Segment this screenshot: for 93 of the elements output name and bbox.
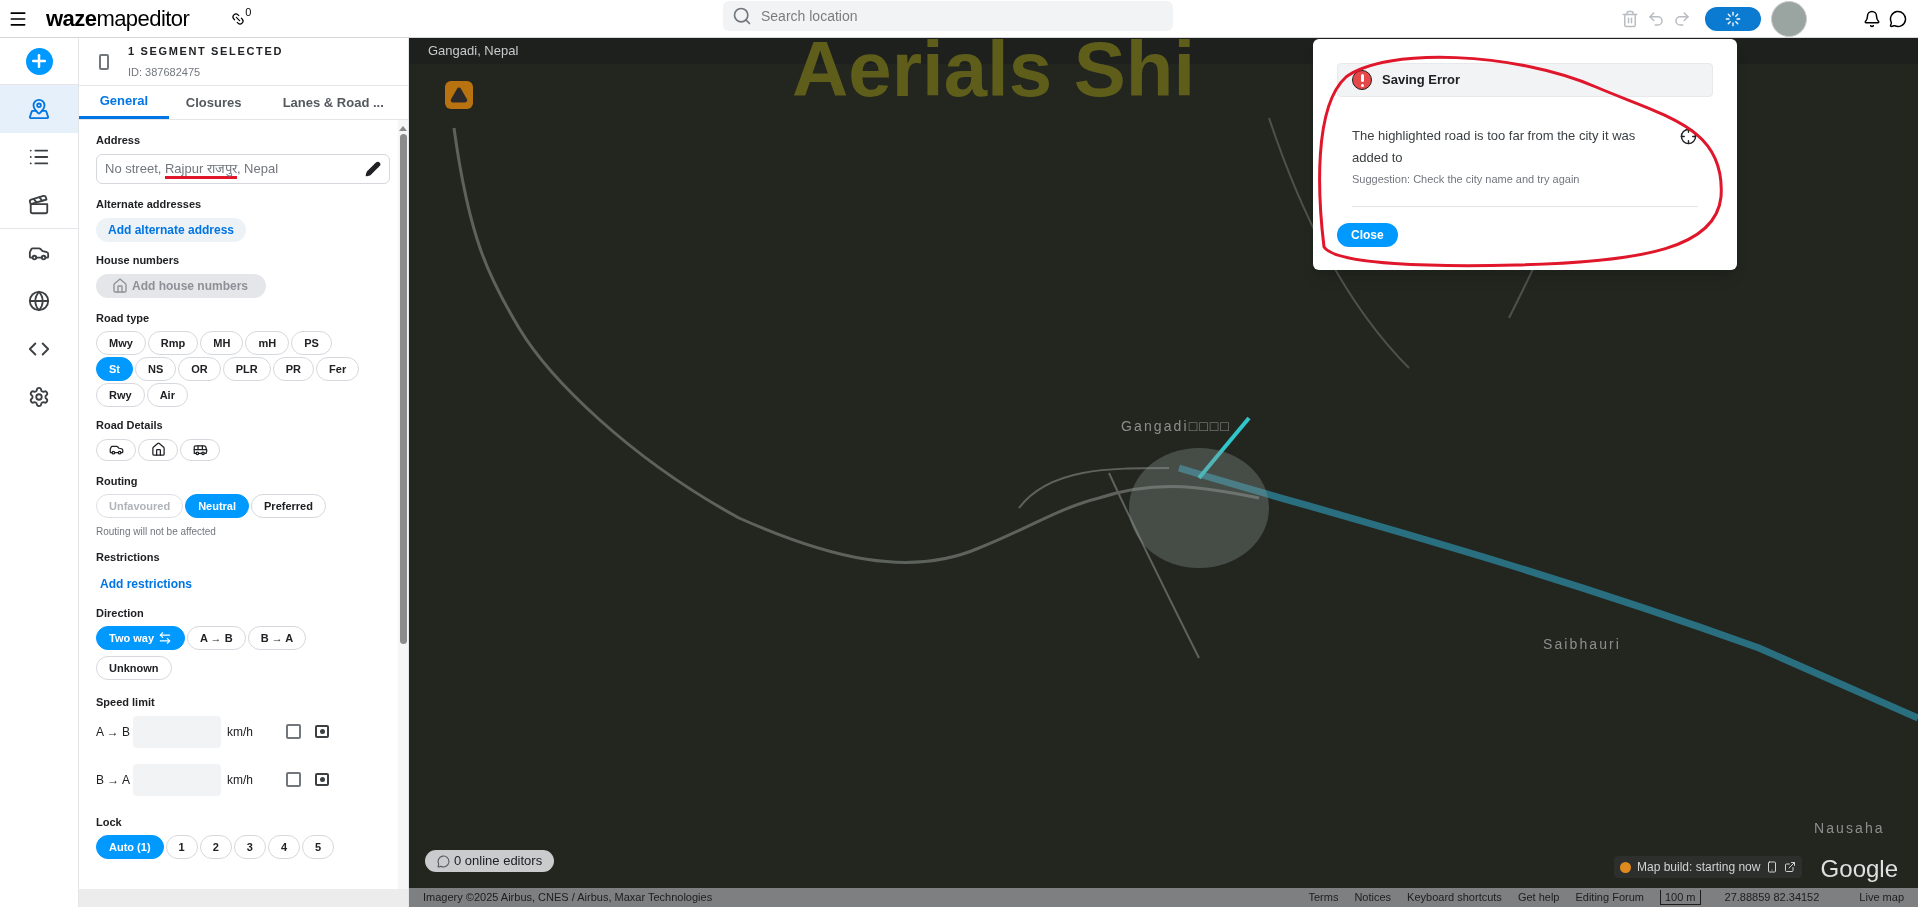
option-chip[interactable]: 1: [165, 835, 198, 859]
speed-unit: km/h: [227, 771, 253, 789]
section-label: Road type: [96, 310, 151, 326]
option-chip[interactable]: Rwy: [96, 383, 145, 407]
footer-link[interactable]: Get help: [1517, 889, 1560, 906]
map-place-label: Gangadi□□□□: [1121, 417, 1231, 436]
speed-unit: km/h: [227, 723, 253, 741]
tab[interactable]: Closures: [168, 86, 259, 119]
error-icon: [1352, 70, 1372, 90]
option-chip[interactable]: B → A: [247, 626, 307, 650]
imagery-credit: Imagery ©2025 Airbus, CNES / Airbus, Maxar Technologies: [423, 890, 713, 906]
section-label: House numbers: [96, 253, 181, 268]
speed-direction-label: B → A: [96, 771, 131, 789]
map-place-label: Nausaha: [1814, 819, 1885, 838]
option-chip[interactable]: NS: [135, 357, 177, 381]
option-chip[interactable]: Fer: [316, 357, 360, 381]
section-label: Road Details: [96, 418, 164, 433]
option-chip[interactable]: PLR: [222, 357, 271, 381]
connections-count: 0: [245, 4, 252, 20]
speed-direction-label: A → B: [96, 723, 131, 741]
search-field[interactable]: Search location: [723, 1, 1173, 31]
live-map-link[interactable]: Live map: [1859, 889, 1904, 906]
phone-icon[interactable]: [1766, 861, 1779, 873]
coordinates: 27.88859 82.34152: [1724, 890, 1820, 906]
section-label: Alternate addresses: [96, 196, 203, 212]
add-button[interactable]: [25, 47, 53, 75]
option-chip[interactable]: 4: [267, 835, 301, 859]
search-icon: [732, 6, 752, 26]
map-place-label: Saibhauri: [1543, 635, 1622, 654]
address-field[interactable]: No street, Rajpur राजपुर, Nepal: [96, 153, 390, 184]
speed-camera-icon: [315, 725, 329, 738]
clapperboard-icon: [28, 193, 50, 216]
option-chip[interactable]: Air: [146, 383, 188, 407]
two-way-arrows-icon: [158, 631, 173, 645]
map-build-badge: Map build: starting now: [1614, 856, 1803, 878]
option-chip[interactable]: Mwy: [96, 331, 146, 355]
editors-icon: [437, 854, 450, 868]
speed-camera-icon: [315, 773, 329, 786]
routing-note: Routing will not be affected: [96, 525, 217, 539]
section-label: Address: [96, 133, 142, 148]
option-chip[interactable]: Unknown: [96, 656, 172, 680]
google-logo: Google: [1820, 854, 1898, 884]
address-text: No street, Rajpur राजपुर, Nepal: [105, 158, 279, 179]
option-chip[interactable]: 5: [302, 835, 335, 859]
option-chip[interactable]: PS: [291, 331, 332, 355]
house-icon: [112, 277, 128, 294]
save-button[interactable]: [1705, 6, 1761, 31]
section-label: Restrictions: [96, 550, 161, 565]
option-chip[interactable]: PR: [272, 357, 315, 381]
bus-icon: [192, 442, 208, 457]
tab[interactable]: Lanes & Road ...: [258, 86, 408, 119]
tab[interactable]: General: [79, 86, 169, 119]
footer-link[interactable]: Terms: [1308, 889, 1339, 906]
option-chip[interactable]: MH: [200, 331, 244, 355]
footer-link[interactable]: Notices: [1354, 889, 1392, 906]
avatar[interactable]: [1771, 0, 1807, 37]
settings-icon: [28, 386, 50, 408]
error-message: The highlighted road is too far from the city it was added to: [1352, 127, 1637, 167]
section-label: Routing: [96, 473, 139, 489]
option-chip[interactable]: mH: [245, 331, 290, 355]
dialog-title: Saving Error: [1382, 71, 1461, 90]
option-chip[interactable]: Rmp: [147, 331, 199, 355]
edit-icon[interactable]: [365, 160, 381, 177]
chat-icon[interactable]: [1889, 9, 1907, 28]
option-chip[interactable]: 3: [233, 835, 266, 859]
footer-link[interactable]: Keyboard shortcuts: [1407, 889, 1502, 906]
spinner-icon: [1725, 10, 1741, 27]
online-editors-badge[interactable]: 0 online editors: [425, 850, 555, 872]
option-chip[interactable]: Preferred: [251, 494, 326, 518]
option-chip[interactable]: OR: [178, 357, 221, 381]
map-edit-icon: [28, 98, 50, 120]
scale-bar: 100 m: [1659, 890, 1701, 905]
segment-id: ID: 387682475: [128, 64, 202, 80]
verified-checkbox[interactable]: [286, 724, 301, 739]
option-chip[interactable]: 2: [199, 835, 232, 859]
option-chip[interactable]: A → B: [187, 626, 246, 650]
footer-link[interactable]: Editing Forum: [1575, 889, 1644, 906]
error-suggestion: Suggestion: Check the city name and try again: [1352, 172, 1581, 187]
globe-icon: [28, 290, 50, 312]
section-label: Lock: [96, 814, 123, 830]
external-link-icon[interactable]: [1784, 861, 1797, 873]
locate-icon[interactable]: [1680, 128, 1697, 145]
logo: wazemapeditor: [46, 7, 190, 30]
panel-title: 1 SEGMENT SELECTED: [128, 44, 283, 59]
segment-icon: [99, 53, 109, 70]
section-label: Speed limit: [96, 695, 156, 710]
add-alternate-address-button[interactable]: Add alternate address: [96, 218, 247, 242]
warning-icon[interactable]: [445, 81, 473, 109]
verified-checkbox[interactable]: [286, 772, 301, 787]
section-label: Direction: [96, 605, 145, 621]
add-restrictions-link[interactable]: Add restrictions: [100, 574, 192, 593]
notifications-icon[interactable]: [1863, 9, 1881, 28]
plus-icon: [29, 51, 49, 71]
